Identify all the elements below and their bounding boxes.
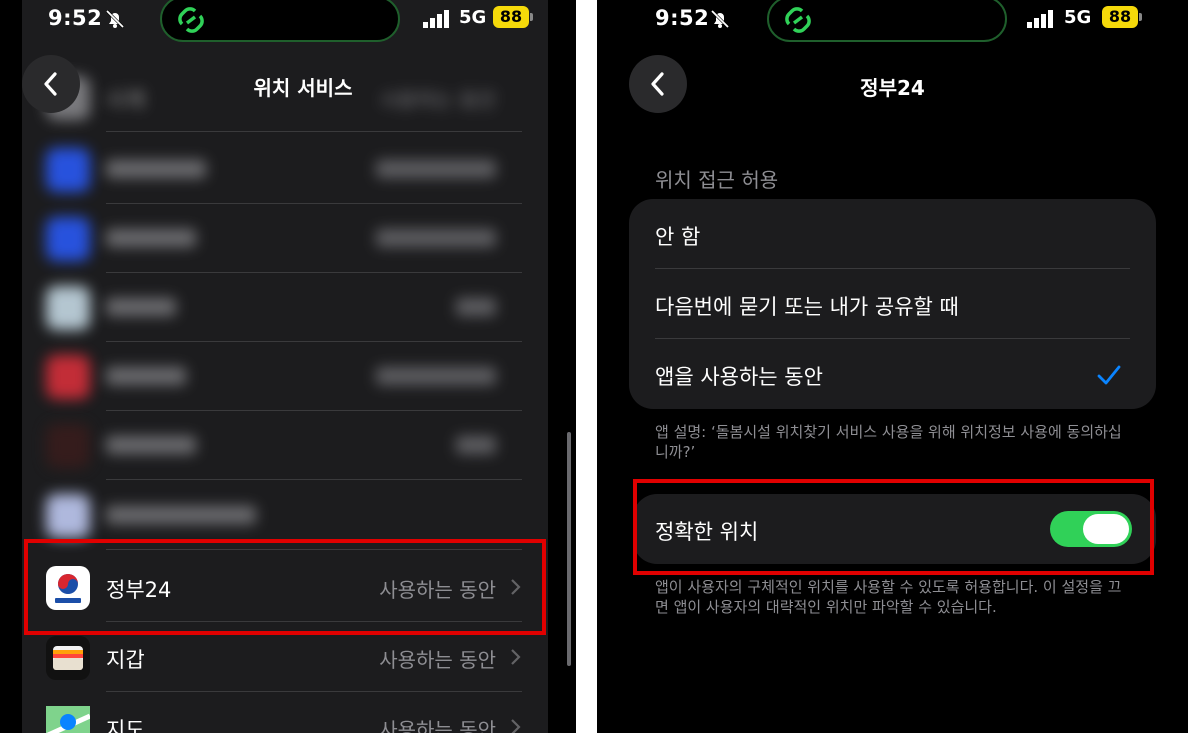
network-type: 5G: [1064, 7, 1092, 28]
status-bar: 9:52 5G 88: [0, 0, 576, 42]
row-divider: [106, 131, 522, 132]
maps-icon: [46, 706, 92, 733]
option-while-using[interactable]: 앱을 사용하는 동안: [629, 339, 1156, 409]
bell-slash-icon: [710, 9, 730, 29]
scrollbar[interactable]: [567, 432, 571, 666]
page-title: 위치 서비스: [253, 76, 353, 100]
battery-tip: [530, 13, 533, 21]
battery-tip: [1139, 13, 1142, 21]
blurred-app-icon: [46, 286, 90, 330]
list-item-blurred[interactable]: [22, 203, 548, 273]
list-item-blurred[interactable]: [22, 272, 548, 342]
blurred-app-icon: [46, 148, 90, 192]
blurred-value: [376, 367, 496, 385]
chevron-right-icon: [511, 719, 521, 733]
status-time: 9:52: [655, 6, 710, 30]
chevron-right-icon: [511, 649, 521, 665]
option-ask-next-time[interactable]: 다음번에 묻기 또는 내가 공유할 때: [629, 269, 1156, 339]
blurred-value: [376, 229, 496, 247]
option-label: 앱을 사용하는 동안: [655, 365, 823, 389]
signal-icon: [1027, 10, 1053, 28]
blurred-value: [456, 436, 496, 454]
blurred-name: [106, 298, 176, 316]
network-type: 5G: [459, 7, 487, 28]
blurred-app-icon: [46, 355, 90, 399]
blurred-name: [106, 160, 206, 178]
blurred-value: [456, 298, 496, 316]
list-item-blurred[interactable]: [22, 410, 548, 480]
highlight-box: [633, 479, 1154, 575]
blurred-value: [376, 160, 496, 178]
section-header: 위치 접근 허용: [655, 168, 779, 192]
gov24-location-settings-screen: 9:52 5G 88 정부24 위치 접근 허용 안 함 다음번에 묻기 또는 …: [597, 0, 1188, 733]
status-bar: 9:52 5G 88: [597, 0, 1188, 42]
signal-icon: [423, 10, 449, 28]
battery-level: 88: [1102, 6, 1138, 28]
list-item-blurred[interactable]: [22, 134, 548, 204]
option-never[interactable]: 안 함: [629, 199, 1156, 269]
location-access-options: 안 함 다음번에 묻기 또는 내가 공유할 때 앱을 사용하는 동안: [629, 199, 1156, 409]
dynamic-island: [767, 0, 1007, 42]
page-title: 정부24: [860, 76, 925, 100]
blurred-name: [106, 506, 256, 524]
app-description: 앱 설명: ‘돌봄시설 위치찾기 서비스 사용을 위해 위치정보 사용에 동의하…: [655, 423, 1122, 461]
wallet-icon: [53, 646, 83, 670]
blurred-name: [106, 367, 186, 385]
list-item-blurred[interactable]: [22, 341, 548, 411]
list-item-maps[interactable]: 지도 사용하는 동안: [22, 692, 548, 733]
list-item-name: 지갑: [106, 648, 145, 672]
highlight-box: [24, 539, 546, 635]
precise-location-note: 앱이 사용자의 구체적인 위치를 사용할 수 있도록 허용합니다. 이 설정을 …: [655, 578, 1122, 616]
blurred-app-icon: [46, 494, 90, 538]
bell-slash-icon: [105, 9, 125, 29]
status-time: 9:52: [48, 6, 103, 30]
wallet-app-icon: [46, 636, 90, 680]
maps-app-icon: [46, 706, 92, 733]
option-label: 안 함: [655, 225, 701, 249]
option-label: 다음번에 묻기 또는 내가 공유할 때: [655, 295, 959, 319]
blurred-name: [106, 436, 196, 454]
blurred-name: [106, 229, 196, 247]
battery-level: 88: [493, 6, 529, 28]
list-item-value: 사용하는 동안: [379, 648, 496, 672]
location-services-screen: 9:52 5G 88 위치 서비스 시계 사용하는 동안 정부24 사용하는 동…: [0, 0, 576, 733]
dynamic-island: [160, 0, 400, 42]
link-icon: [178, 7, 204, 33]
checkmark-icon: [1097, 365, 1121, 385]
blurred-app-icon: [46, 424, 90, 468]
blurred-app-icon: [46, 217, 90, 261]
list-item-name: 지도: [106, 718, 145, 733]
list-item-value: 사용하는 동안: [379, 718, 496, 733]
link-icon: [785, 7, 811, 33]
